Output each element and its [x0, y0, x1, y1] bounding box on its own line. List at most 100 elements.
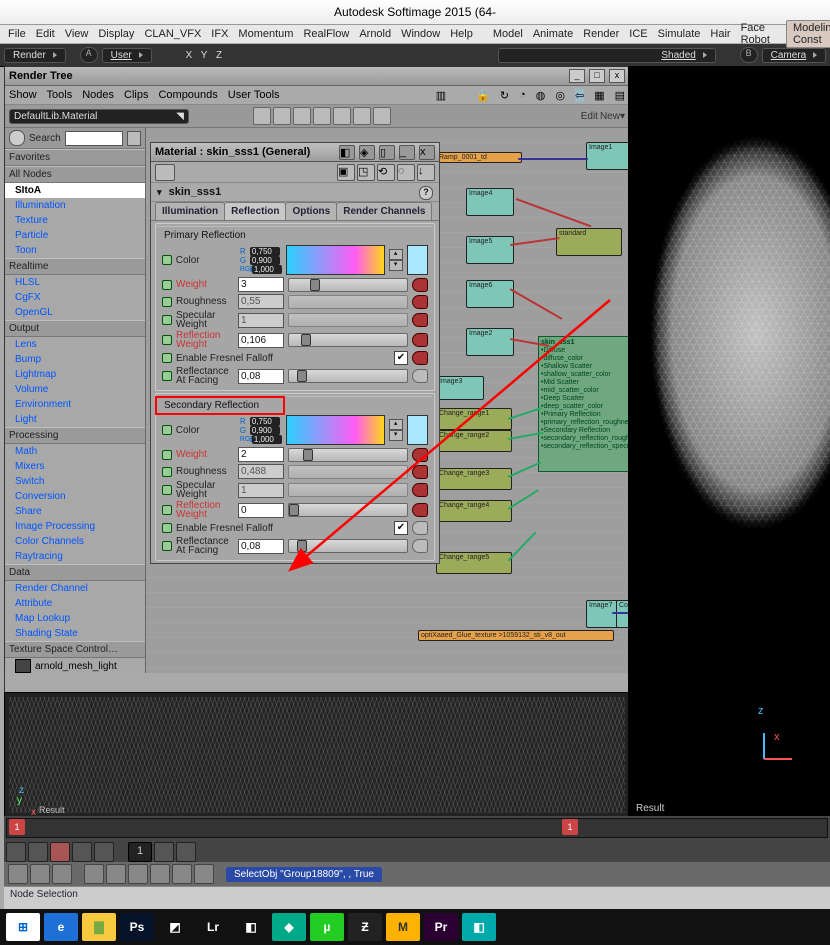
specweight-slider[interactable] [288, 313, 408, 327]
rt-refresh-icon[interactable]: ↻ [500, 89, 509, 102]
rt-menu-tools[interactable]: Tools [47, 89, 73, 101]
material-selector[interactable]: DefaultLib.Material◥ [9, 109, 189, 124]
viewport-a-icon[interactable]: A [80, 47, 98, 63]
graph-node[interactable]: Change_range2 [436, 430, 512, 452]
cmd-icon[interactable] [106, 864, 126, 884]
sidebar-item[interactable]: Color Channels [5, 534, 145, 549]
color-swatch[interactable] [407, 415, 428, 445]
node-list-item[interactable]: arnold_mesh_light [15, 658, 145, 673]
color-gradient[interactable] [286, 415, 385, 445]
keyable-icon[interactable] [162, 467, 172, 477]
keyable-icon[interactable] [162, 315, 172, 325]
sidebar-item[interactable]: Raytracing [5, 549, 145, 564]
menu-momentum[interactable]: Momentum [234, 28, 297, 40]
sidebar-item[interactable]: Texture [5, 213, 145, 228]
dlg-nav-icon[interactable]: ◌ [397, 164, 415, 181]
sidebar-item[interactable]: Math [5, 444, 145, 459]
sidebar-category[interactable]: Texture Space Control… [5, 641, 145, 658]
timeline-tool-icon[interactable] [6, 842, 26, 862]
graph-node[interactable]: Change_range3 [436, 468, 512, 490]
rt-target-icon[interactable]: ◎ [555, 89, 565, 102]
menu-clanvfx[interactable]: CLAN_VFX [140, 28, 205, 40]
graph-node[interactable]: Change_range1 [436, 408, 512, 430]
graph-node[interactable]: Image1 [586, 142, 634, 170]
menu-model[interactable]: Model [489, 28, 527, 40]
color-swatch[interactable] [407, 245, 428, 275]
timeline-tool-icon[interactable] [28, 842, 48, 862]
sidebar-item[interactable]: Environment [5, 397, 145, 412]
sidebar-item[interactable]: Map Lookup [5, 611, 145, 626]
timeline-cursor-b[interactable]: 1 [562, 819, 578, 835]
rt-dock-icon[interactable]: ▥ [436, 89, 446, 102]
shading-dropdown[interactable]: Shaded [498, 48, 716, 63]
sidebar-item[interactable]: Lens [5, 337, 145, 352]
dlg-icon[interactable]: ◈ [359, 145, 375, 160]
dlg-nav-icon[interactable]: ▣ [337, 164, 355, 181]
frame-field[interactable]: 1 [128, 842, 152, 862]
timeline-tool-icon[interactable] [154, 842, 174, 862]
reflfacing-slider[interactable] [288, 369, 408, 383]
sidebar-item[interactable]: CgFX [5, 290, 145, 305]
sidebar-item[interactable]: Attribute [5, 596, 145, 611]
sidebar-category[interactable]: Data [5, 564, 145, 581]
timeline-tool-icon[interactable] [94, 842, 114, 862]
search-dropdown-icon[interactable] [127, 131, 141, 146]
label-reflweight[interactable]: Reflection Weight [176, 331, 234, 349]
keyable-icon[interactable] [162, 280, 172, 290]
task-utorrent-icon[interactable]: µ [310, 913, 344, 941]
sidebar-item[interactable]: Image Processing [5, 519, 145, 534]
menu-animate[interactable]: Animate [529, 28, 577, 40]
task-softimage-icon[interactable]: ◧ [462, 913, 496, 941]
color-down-icon[interactable]: ▾ [389, 430, 403, 441]
task-lr-icon[interactable]: Lr [196, 913, 230, 941]
minimize-button[interactable]: _ [569, 69, 585, 83]
menu-ifx[interactable]: IFX [207, 28, 232, 40]
graph-node[interactable]: standard [556, 228, 622, 256]
rt-grid-icon[interactable]: ▦ [594, 89, 604, 102]
graph-node[interactable]: Image5 [466, 236, 514, 264]
label-weight[interactable]: Weight [176, 449, 234, 460]
dlg-icon[interactable]: ▯ [379, 145, 395, 160]
weight-input[interactable]: 2 [238, 447, 284, 462]
view-camera-dropdown[interactable]: Camera [762, 48, 826, 63]
specweight-slider[interactable] [288, 483, 408, 497]
sidebar-item[interactable]: Shading State [5, 626, 145, 641]
rt-toolbar-icon[interactable] [253, 107, 271, 125]
sidebar-item[interactable]: HLSL [5, 275, 145, 290]
tab-options[interactable]: Options [285, 202, 337, 220]
sidebar-category[interactable]: Processing [5, 427, 145, 444]
timeline-tool-icon[interactable] [72, 842, 92, 862]
specweight-input[interactable]: 1 [238, 483, 284, 498]
sidebar-category[interactable]: SItoA [5, 183, 145, 198]
3d-viewport[interactable]: zx Result [628, 66, 830, 816]
rt-toolbar-icon[interactable] [273, 107, 291, 125]
keyable-icon[interactable] [162, 335, 172, 345]
menu-edit[interactable]: Edit [32, 28, 59, 40]
keyable-icon[interactable] [162, 255, 172, 265]
search-icon[interactable] [9, 130, 25, 146]
keyable-icon[interactable] [162, 523, 172, 533]
color-down-icon[interactable]: ▾ [389, 260, 403, 271]
viewport-b-icon[interactable]: B [740, 47, 758, 63]
dlg-nav-icon[interactable]: ↓ [417, 164, 435, 181]
rt-toolbar-icon[interactable] [353, 107, 371, 125]
command-field[interactable]: SelectObj "Group18809", , True [226, 867, 382, 882]
task-app-icon[interactable]: ◩ [158, 913, 192, 941]
reflfacing-slider[interactable] [288, 539, 408, 553]
menu-simulate[interactable]: Simulate [654, 28, 705, 40]
timeline-track[interactable]: 1 1 [6, 818, 828, 838]
cmd-icon[interactable] [52, 864, 72, 884]
graph-node[interactable]: Ramp_0001_td [436, 152, 522, 163]
weight-slider[interactable] [288, 448, 408, 462]
sidebar-item[interactable]: Conversion [5, 489, 145, 504]
color-gradient[interactable] [286, 245, 385, 275]
rt-new-link[interactable]: New▾ [600, 111, 625, 122]
menu-arnold[interactable]: Arnold [355, 28, 395, 40]
graph-node[interactable]: Image4 [466, 188, 514, 216]
sidebar-item[interactable]: Toon [5, 243, 145, 258]
label-weight[interactable]: Weight [176, 279, 234, 290]
sidebar-item[interactable]: Light [5, 412, 145, 427]
task-pr-icon[interactable]: Pr [424, 913, 458, 941]
reflweight-input[interactable]: 0,106 [238, 333, 284, 348]
rt-toolbar-icon[interactable] [293, 107, 311, 125]
